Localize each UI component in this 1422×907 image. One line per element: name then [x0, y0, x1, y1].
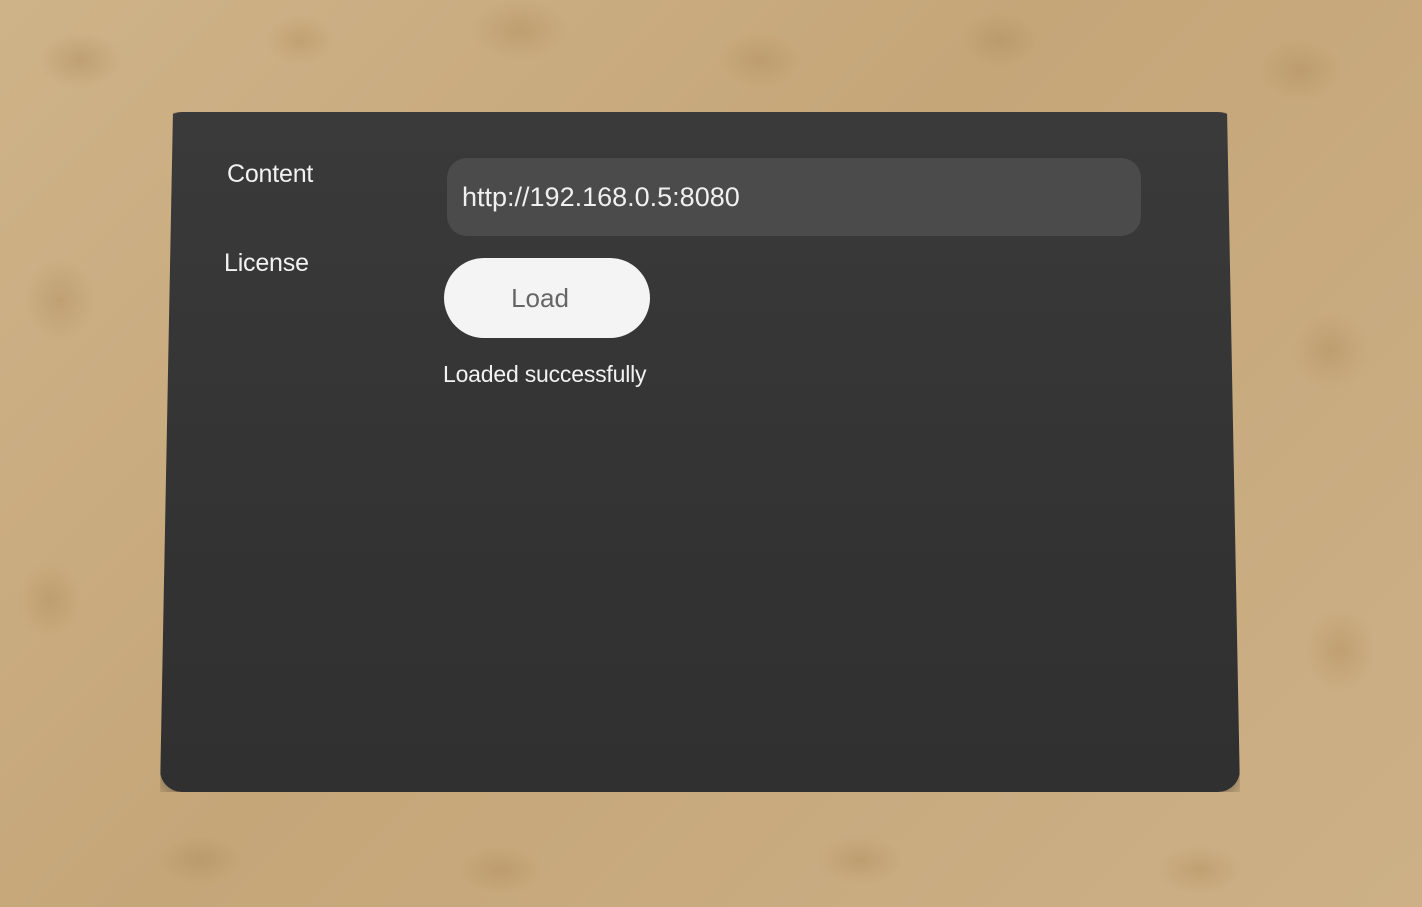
content-label: Content: [227, 160, 314, 188]
settings-panel: Content License Load Loaded successfully: [160, 112, 1240, 792]
license-label: License: [224, 249, 309, 277]
load-button[interactable]: Load: [444, 258, 650, 338]
status-message: Loaded successfully: [443, 361, 647, 387]
content-url-input[interactable]: [447, 158, 1141, 236]
